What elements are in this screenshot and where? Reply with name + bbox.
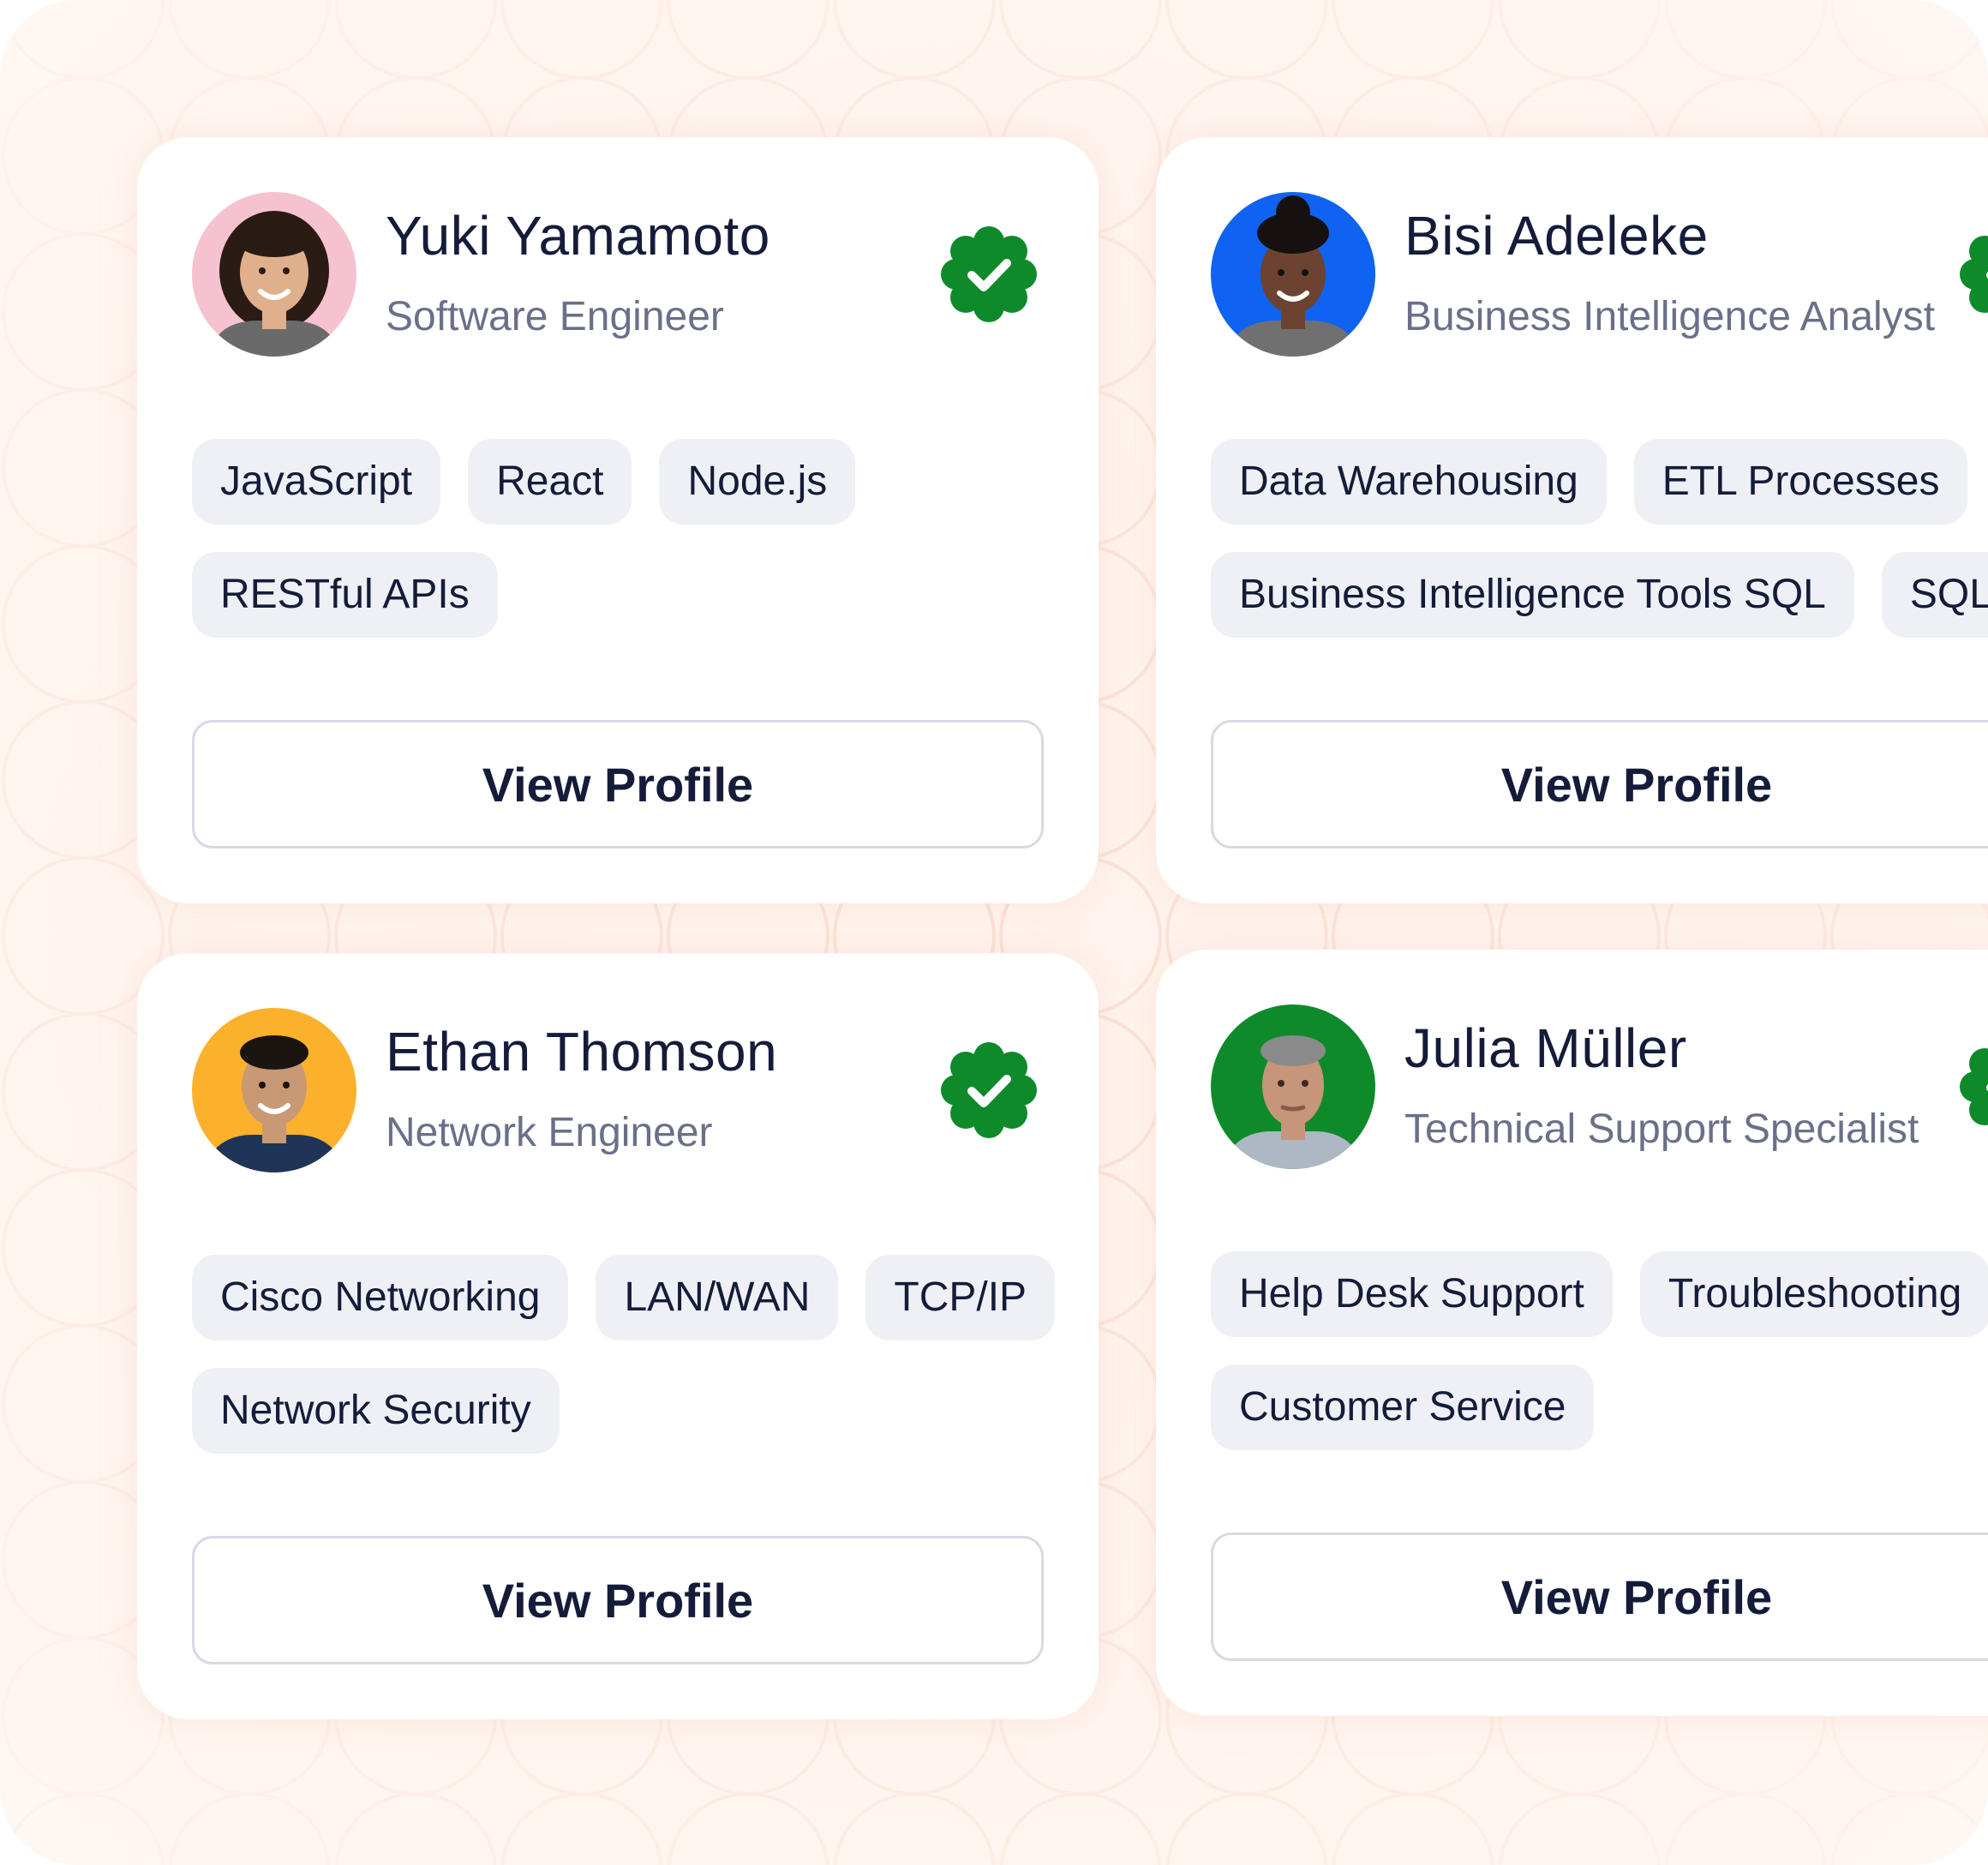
profile-card: Yuki Yamamoto Software Engineer JavaScri… bbox=[137, 137, 1099, 903]
skill-tag: Cisco Networking bbox=[192, 1255, 569, 1340]
profile-role: Technical Support Specialist bbox=[1404, 1106, 1919, 1152]
skill-tag: Customer Service bbox=[1211, 1364, 1595, 1450]
avatar-portrait bbox=[1211, 192, 1375, 357]
profile-name: Bisi Adeleke bbox=[1404, 205, 1709, 267]
avatar-portrait bbox=[192, 1008, 356, 1172]
skill-tag: Data Warehousing bbox=[1211, 439, 1607, 525]
profile-name: Julia Müller bbox=[1404, 1017, 1687, 1079]
skill-tag: Help Desk Support bbox=[1211, 1251, 1613, 1337]
skill-tag: TCP/IP bbox=[865, 1255, 1056, 1340]
avatar bbox=[192, 192, 356, 357]
skill-tag: Node.js bbox=[659, 439, 856, 525]
verified-check-badge-icon bbox=[1960, 1048, 1988, 1125]
profile-role: Business Intelligence Analyst bbox=[1404, 294, 1936, 339]
verified-check-badge-icon bbox=[1960, 236, 1988, 313]
avatar-portrait bbox=[1211, 1004, 1375, 1169]
skill-tags: Data Warehousing ETL Processes Business … bbox=[1211, 439, 1988, 638]
profile-card: Bisi Adeleke Business Intelligence Analy… bbox=[1156, 137, 1988, 903]
skill-tag: ETL Processes bbox=[1633, 439, 1968, 525]
profile-role: Software Engineer bbox=[386, 294, 724, 339]
profile-card: Ethan Thomson Network Engineer Cisco Net… bbox=[137, 953, 1099, 1719]
skill-tags: Help Desk Support Troubleshooting Custom… bbox=[1211, 1251, 1988, 1450]
skill-tag: Network Security bbox=[192, 1368, 560, 1454]
skill-tags: Cisco Networking LAN/WAN TCP/IP Network … bbox=[192, 1255, 1135, 1454]
view-profile-button[interactable]: View Profile bbox=[1211, 720, 1988, 849]
profile-name: Ethan Thomson bbox=[386, 1021, 778, 1082]
verified-check-badge-icon bbox=[941, 1042, 1037, 1138]
avatar bbox=[1211, 1004, 1375, 1169]
skill-tag: React bbox=[468, 439, 632, 525]
skill-tag: RESTful APIs bbox=[192, 552, 498, 638]
profile-card: Julia Müller Technical Support Specialis… bbox=[1156, 950, 1988, 1716]
skill-tag: Troubleshooting bbox=[1639, 1251, 1988, 1337]
skill-tag: Business Intelligence Tools SQL bbox=[1211, 552, 1854, 638]
skill-tag: JavaScript bbox=[192, 439, 441, 525]
profile-role: Network Engineer bbox=[386, 1110, 713, 1155]
profile-name: Yuki Yamamoto bbox=[386, 205, 770, 267]
avatar-portrait bbox=[192, 192, 356, 357]
avatar bbox=[1211, 192, 1375, 357]
view-profile-button[interactable]: View Profile bbox=[192, 1536, 1044, 1664]
verified-check-badge-icon bbox=[941, 226, 1037, 322]
skill-tag: LAN/WAN bbox=[596, 1255, 839, 1340]
skill-tag: SQL bbox=[1881, 552, 1988, 638]
view-profile-button[interactable]: View Profile bbox=[192, 720, 1044, 849]
skill-tags: JavaScript React Node.js RESTful APIs bbox=[192, 439, 1135, 638]
view-profile-button[interactable]: View Profile bbox=[1211, 1532, 1988, 1661]
background-canvas: Yuki Yamamoto Software Engineer JavaScri… bbox=[0, 0, 1988, 1865]
avatar bbox=[192, 1008, 356, 1172]
